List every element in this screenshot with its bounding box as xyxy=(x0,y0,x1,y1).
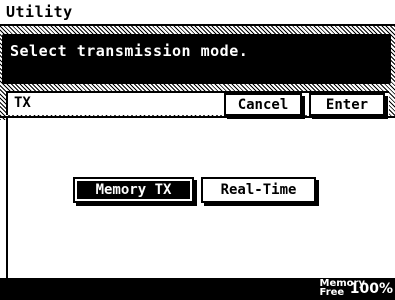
title-bar: Utility xyxy=(0,0,395,26)
status-bar: Memory Free 100% xyxy=(0,278,395,300)
memory-percent: 100% xyxy=(349,281,393,297)
real-time-button[interactable]: Real-Time xyxy=(201,177,316,203)
message-text: Select transmission mode. xyxy=(10,42,249,60)
panel-title: TX xyxy=(14,95,31,111)
utility-screen: Utility Select transmission mode. TX Can… xyxy=(0,0,395,300)
memory-tx-button[interactable]: Memory TX xyxy=(73,177,194,203)
cancel-button[interactable]: Cancel xyxy=(224,93,302,116)
screen-title: Utility xyxy=(6,3,73,21)
enter-button[interactable]: Enter xyxy=(309,93,385,116)
message-box: Select transmission mode. xyxy=(2,34,391,84)
